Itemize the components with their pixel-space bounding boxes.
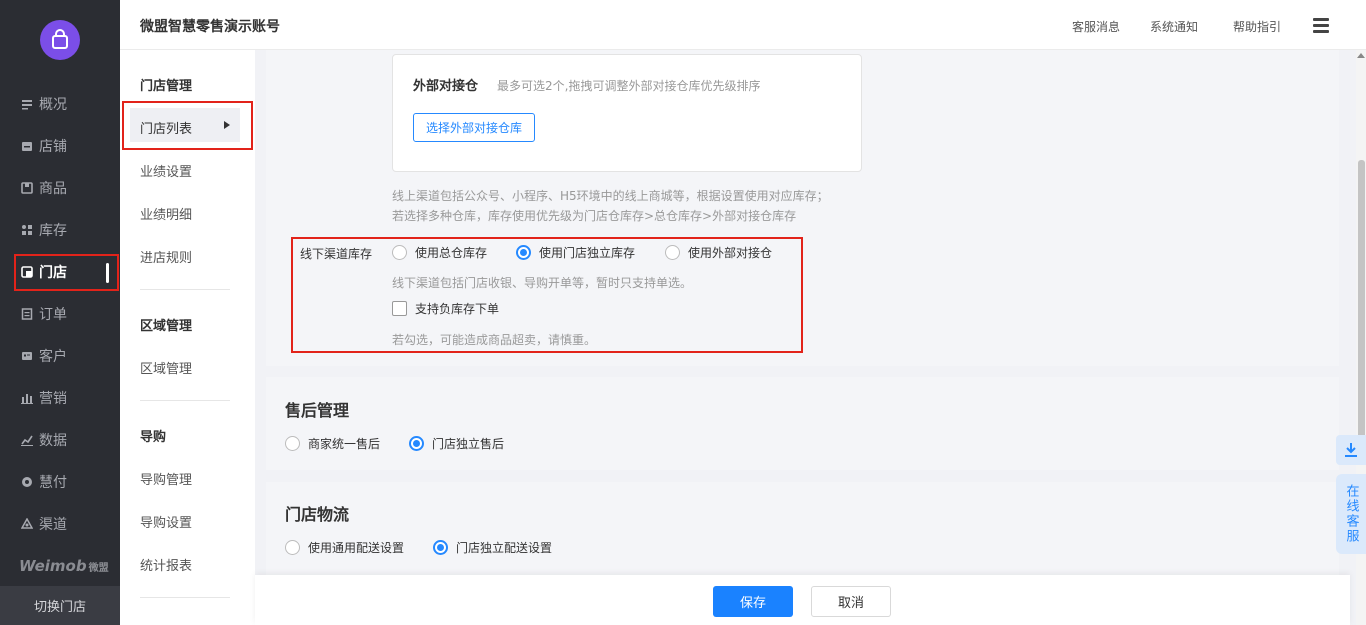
sidebar-item-label: 概况 xyxy=(39,97,67,113)
radio-common-delivery[interactable]: 使用通用配送设置 xyxy=(285,539,404,556)
submenu-item-performance-detail[interactable]: 业绩明细 xyxy=(140,204,192,223)
sidebar-item-data[interactable]: 数据 xyxy=(0,422,120,458)
sidebar-item-label: 慧付 xyxy=(39,475,67,491)
top-header: 微盟智慧零售演示账号 客服消息 系统通知 帮助指引 xyxy=(120,0,1366,50)
goods-icon xyxy=(21,182,33,194)
customer-icon xyxy=(22,352,32,360)
sidebar-item-label: 客户 xyxy=(39,349,67,365)
submenu-divider xyxy=(140,400,230,401)
radio-circle-checked xyxy=(433,540,448,555)
radio-store-delivery[interactable]: 门店独立配送设置 xyxy=(433,539,552,556)
submenu-item-guide-settings[interactable]: 导购设置 xyxy=(140,512,192,531)
submenu-group-title: 区域管理 xyxy=(140,319,193,334)
action-bar xyxy=(255,575,1350,625)
inventory-icon xyxy=(22,225,32,235)
cancel-button[interactable]: 取消 xyxy=(811,586,891,617)
submenu-item-region-management[interactable]: 区域管理 xyxy=(140,358,192,377)
sidebar-item-goods[interactable]: 商品 xyxy=(0,170,120,206)
aftersale-title: 售后管理 xyxy=(285,401,350,420)
sidebar-item-marketing[interactable]: 营销 xyxy=(0,380,120,416)
radio-circle xyxy=(285,436,300,451)
sidebar-item-label: 营销 xyxy=(39,391,67,407)
logistics-card xyxy=(266,482,1339,582)
hamburger-menu-icon[interactable] xyxy=(1313,18,1329,36)
sidebar-item-channel[interactable]: 渠道 xyxy=(0,506,120,542)
store-list-highlight-box xyxy=(122,101,253,150)
active-indicator xyxy=(106,263,109,283)
submenu-item-performance-settings[interactable]: 业绩设置 xyxy=(140,161,192,180)
overview-icon xyxy=(22,100,32,110)
save-button[interactable]: 保存 xyxy=(713,586,793,617)
sidebar-item-label: 订单 xyxy=(39,307,67,323)
sidebar-item-overview[interactable]: 概况 xyxy=(0,86,120,122)
shop-icon xyxy=(22,142,32,151)
customer-messages-link[interactable]: 客服消息 xyxy=(1072,18,1120,35)
online-channel-note: 若选择多种仓库，库存使用优先级为门店仓库存>总仓库存>外部对接仓库存 xyxy=(392,209,797,223)
marketing-icon xyxy=(21,394,33,404)
external-warehouse-title: 外部对接仓 xyxy=(413,79,479,94)
external-warehouse-hint: 最多可选2个,拖拽可调整外部对接仓库优先级排序 xyxy=(497,79,761,93)
data-icon xyxy=(21,435,33,446)
download-button[interactable] xyxy=(1336,435,1366,465)
select-external-warehouse-button[interactable]: 选择外部对接仓库 xyxy=(413,113,535,142)
scroll-up-arrow-icon[interactable] xyxy=(1357,53,1365,58)
sidebar-item-shop[interactable]: 店铺 xyxy=(0,128,120,164)
shopping-bag-icon xyxy=(52,29,68,49)
submenu-item-guide-management[interactable]: 导购管理 xyxy=(140,469,192,488)
sidebar-item-customer[interactable]: 客户 xyxy=(0,338,120,374)
submenu-group-title: 导购 xyxy=(140,430,167,445)
submenu-group-title: 门店管理 xyxy=(140,79,193,94)
scrollbar-thumb[interactable] xyxy=(1358,160,1365,460)
account-name: 微盟智慧零售演示账号 xyxy=(140,19,280,35)
offline-inventory-highlight-box xyxy=(291,237,803,353)
submenu-item-entry-rules[interactable]: 进店规则 xyxy=(140,247,192,266)
logistics-title: 门店物流 xyxy=(285,505,350,524)
channel-icon xyxy=(21,518,33,529)
download-icon xyxy=(1345,443,1357,457)
sidebar-item-label: 店铺 xyxy=(39,139,67,155)
main-sidebar: 概况 店铺 商品 库存 门店 订单 客户 营销 数据 慧付 渠道 Weimob … xyxy=(0,0,120,625)
pay-icon xyxy=(22,477,32,487)
app-logo[interactable] xyxy=(40,20,80,60)
radio-circle xyxy=(285,540,300,555)
help-guide-link[interactable]: 帮助指引 xyxy=(1233,18,1281,35)
system-notice-link[interactable]: 系统通知 xyxy=(1150,18,1198,35)
online-channel-note: 线上渠道包括公众号、小程序、H5环境中的线上商城等，根据设置使用对应库存； xyxy=(392,189,829,203)
sidebar-item-label: 商品 xyxy=(39,181,67,197)
online-customer-service-button[interactable]: 在线客服 xyxy=(1336,474,1366,554)
brand-logo: Weimob 微盟 xyxy=(19,557,109,575)
sidebar-item-inventory[interactable]: 库存 xyxy=(0,212,120,248)
submenu-item-stats-report[interactable]: 统计报表 xyxy=(140,555,192,574)
sidebar-item-pay[interactable]: 慧付 xyxy=(0,464,120,500)
submenu-divider xyxy=(140,289,230,290)
submenu-divider xyxy=(140,597,230,598)
sidebar-item-label: 渠道 xyxy=(39,517,67,533)
radio-merchant-aftersale[interactable]: 商家统一售后 xyxy=(285,435,380,452)
switch-store-button[interactable]: 切换门店 xyxy=(0,586,120,625)
radio-store-aftersale[interactable]: 门店独立售后 xyxy=(409,435,504,452)
sidebar-item-label: 库存 xyxy=(39,223,67,239)
sidebar-item-order[interactable]: 订单 xyxy=(0,296,120,332)
store-highlight-box xyxy=(14,254,119,291)
order-icon xyxy=(21,308,33,320)
radio-circle-checked xyxy=(409,436,424,451)
sidebar-item-label: 数据 xyxy=(39,433,67,449)
aftersale-card xyxy=(266,377,1339,470)
